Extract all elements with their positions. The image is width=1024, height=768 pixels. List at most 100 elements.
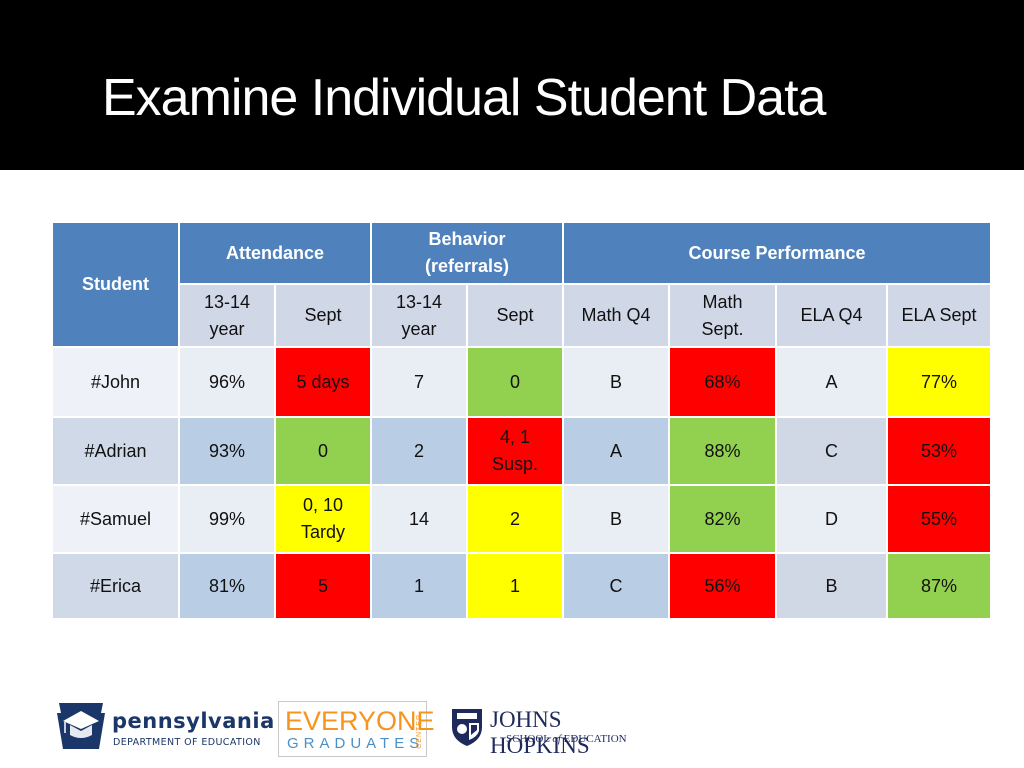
jh-sub-of: of: [552, 733, 561, 745]
subheader-line1: Math Q4: [581, 305, 651, 325]
data-cell-green: 88%: [668, 416, 777, 486]
data-cell-neutral: 14: [370, 484, 468, 554]
data-cell-neutral: B: [775, 552, 888, 620]
pennsylvania-dept-education-logo: pennsylvania DEPARTMENT OF EDUCATION: [55, 699, 274, 753]
cell-value-line1: 53%: [920, 440, 958, 461]
header-behavior-line2: (referrals): [424, 256, 510, 276]
jh-sub-post: EDUCATION: [560, 733, 627, 745]
subheader-line1: 13-14: [203, 291, 251, 312]
subheader-cell: 13-14 year: [178, 283, 276, 348]
data-cell-neutral: 7: [370, 346, 468, 418]
cell-value-line1: 1: [509, 575, 520, 596]
subheader-line2: year: [401, 318, 437, 339]
student-name-cell: #Erica: [51, 552, 180, 620]
cell-value-line1: A: [609, 440, 622, 461]
cell-value-line1: B: [609, 371, 622, 392]
cell-value-line1: 88%: [704, 440, 741, 461]
table-row: #John 96% 5 days 7 0 B 68% A 77%: [51, 346, 992, 418]
cell-value-line1: 68%: [704, 371, 741, 392]
header-student: Student: [51, 221, 180, 348]
student-name-cell: #Adrian: [51, 416, 180, 486]
cell-value-line1: D: [825, 508, 838, 529]
cell-value-line1: 7: [413, 371, 424, 392]
subheader-line2: year: [209, 318, 245, 339]
data-cell-red: 56%: [668, 552, 777, 620]
data-cell-neutral: B: [562, 346, 670, 418]
subheader-line1: Sept: [304, 305, 342, 325]
data-cell-green: 82%: [668, 484, 777, 554]
data-cell-green: 87%: [886, 552, 992, 620]
cell-value-line1: 0: [317, 440, 328, 461]
data-cell-green: 0: [466, 346, 564, 418]
subheader-cell: 13-14 year: [370, 283, 468, 348]
data-cell-neutral: C: [775, 416, 888, 486]
subheader-cell: ELA Sept: [886, 283, 992, 348]
table-row: #Adrian 93% 0 2 4, 1 Susp. A 88% C 53%: [51, 416, 992, 486]
data-cell-neutral: D: [775, 484, 888, 554]
cell-value-line1: 56%: [704, 575, 741, 596]
subheader-row: 13-14 year Sept 13-14 year Sept Math Q4 Math Sep…: [52, 283, 992, 348]
page-title: Examine Individual Student Data: [102, 69, 826, 127]
data-cell-red: 55%: [886, 484, 992, 554]
header-course-performance: Course Performance: [562, 221, 992, 285]
header-behavior: Behavior (referrals): [370, 221, 564, 285]
cell-value-line1: 1: [413, 575, 424, 596]
jh-sub-pre: SCHOOL: [506, 733, 553, 745]
subheader-cell: Sept: [274, 283, 372, 348]
cell-value-line1: 4, 1: [499, 427, 531, 447]
data-cell-red: 68%: [668, 346, 777, 418]
johns-hopkins-subtitle: SCHOOL of EDUCATION: [506, 733, 627, 745]
cell-value-line1: 0, 10: [302, 495, 344, 515]
pennsylvania-logo-name: pennsylvania: [112, 709, 275, 733]
data-cell-neutral: 2: [370, 416, 468, 486]
cell-value-line1: C: [825, 440, 838, 461]
keystone-graduation-cap-icon: [57, 703, 105, 749]
subheader-cell: Math Sept.: [668, 283, 777, 348]
subheader-cell: ELA Q4: [775, 283, 888, 348]
cell-value-line1: 82%: [704, 508, 741, 529]
cell-value-line2: Tardy: [300, 522, 345, 542]
data-cell-red: 5: [274, 552, 372, 620]
data-cell-red: 53%: [886, 416, 992, 486]
cell-value-line1: 81%: [208, 575, 246, 596]
data-cell-yellow: 2: [466, 484, 564, 554]
cell-value-line1: 14: [408, 508, 430, 529]
cell-value-line1: 5: [317, 575, 328, 596]
everyone-graduates-logo: EVERYONE GRADUATES CENTER: [278, 701, 435, 757]
logo-bar: pennsylvania DEPARTMENT OF EDUCATION EVE…: [0, 695, 1024, 760]
cell-value-line1: B: [825, 575, 838, 596]
subheader-line1: ELA Q4: [800, 305, 863, 325]
table-row: #Samuel 99% 0, 10 Tardy 14 2 B 82% D 55%: [51, 484, 992, 554]
student-name-cell: #John: [51, 346, 180, 418]
title-bar: Examine Individual Student Data: [0, 0, 1024, 170]
everyone-graduates-line1: EVERYONE: [285, 706, 435, 736]
cell-value-line1: 2: [509, 508, 520, 529]
cell-value-line2: Susp.: [491, 454, 539, 474]
data-cell-yellow: 1: [466, 552, 564, 620]
cell-value-line1: C: [609, 575, 623, 596]
data-cell-yellow: 0, 10 Tardy: [274, 484, 372, 554]
student-data-table: Student Attendance Behavior (referrals) …: [51, 221, 992, 620]
header-behavior-line1: Behavior: [428, 229, 506, 249]
cell-value-line1: 96%: [208, 371, 246, 392]
data-cell-neutral: A: [562, 416, 670, 486]
data-cell-neutral: 93%: [178, 416, 276, 486]
data-cell-neutral: 1: [370, 552, 468, 620]
data-cell-green: 0: [274, 416, 372, 486]
cell-value-line1: A: [825, 371, 838, 392]
subheader-line1: ELA Sept: [901, 305, 977, 325]
cell-value-line1: 5 days: [296, 371, 350, 392]
subheader-line1: 13-14: [395, 291, 443, 312]
data-cell-red: 5 days: [274, 346, 372, 418]
data-cell-neutral: B: [562, 484, 670, 554]
table-row: #Erica 81% 5 1 1 C 56% B 87%: [51, 552, 992, 620]
cell-value-line1: 87%: [920, 575, 958, 596]
subheader-line1: Sept: [496, 305, 534, 325]
cell-value-line1: 2: [413, 440, 424, 461]
data-cell-neutral: A: [775, 346, 888, 418]
cell-value-line1: 55%: [920, 508, 958, 529]
header-attendance: Attendance: [178, 221, 372, 285]
data-cell-neutral: 96%: [178, 346, 276, 418]
pennsylvania-logo-subtitle: DEPARTMENT OF EDUCATION: [113, 737, 261, 748]
cell-value-line1: 93%: [208, 440, 246, 461]
